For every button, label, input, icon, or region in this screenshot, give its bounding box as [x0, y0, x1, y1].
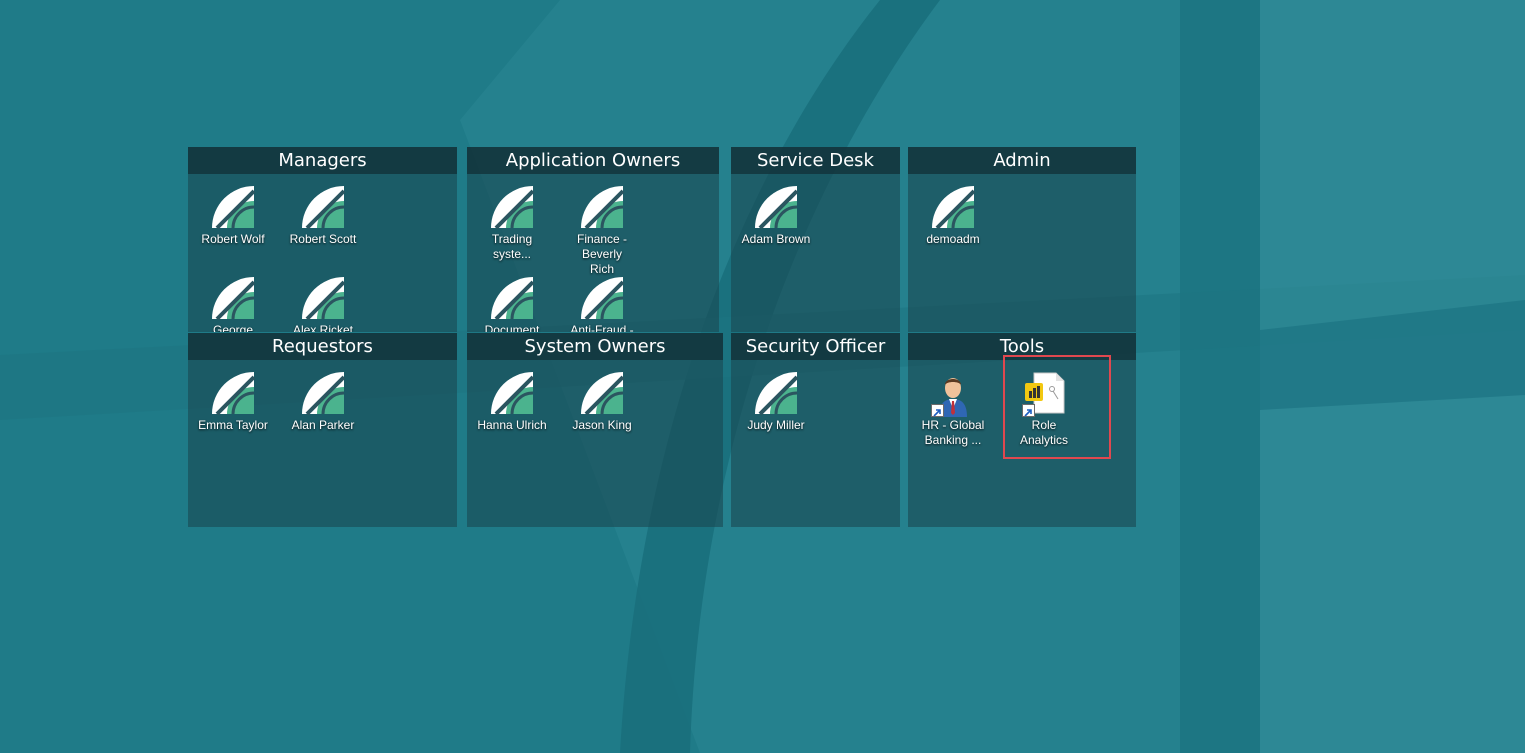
desktop-shortcut-emma-taylor[interactable]: Emma Taylor	[188, 369, 278, 433]
fence-system-owners: System Owners Hanna Ulrich Jason King	[467, 333, 723, 527]
icon-label: Alan Parker	[291, 418, 355, 432]
app-logo-icon	[209, 274, 257, 322]
desktop-shortcut-anti-fraud[interactable]: Anti-Fraud -	[557, 274, 647, 332]
desktop-shortcut-alex-ricket[interactable]: Alex Ricket	[278, 274, 368, 332]
fence-requestors: Requestors Emma Taylor Alan Parker	[188, 333, 457, 527]
icon-label: Robert Wolf	[201, 232, 265, 246]
icon-label: Alex Ricket	[292, 323, 354, 332]
app-logo-icon	[299, 369, 347, 417]
icon-label: HR - Global Banking ...	[921, 418, 985, 447]
fence-title: Requestors	[188, 333, 457, 360]
icon-label: Trading syste...	[491, 232, 533, 261]
icon-label: Adam Brown	[741, 232, 811, 246]
desktop-shortcut-hr-global-banking[interactable]: HR - Global Banking ...	[908, 369, 998, 448]
desktop-shortcut-trading-system[interactable]: Trading syste...	[467, 183, 557, 262]
icon-label: Role Analytics	[1019, 418, 1069, 447]
fence-title: Service Desk	[731, 147, 900, 174]
app-logo-icon	[209, 183, 257, 231]
icon-label: Emma Taylor	[198, 418, 268, 432]
fence-title: Admin	[908, 147, 1136, 174]
desktop-shortcut-george[interactable]: George	[188, 274, 278, 332]
icon-label: Anti-Fraud -	[570, 323, 634, 332]
desktop-shortcut-adam-brown[interactable]: Adam Brown	[731, 183, 821, 247]
shortcut-arrow-icon	[1022, 404, 1035, 417]
fence-tools: Tools HR - Global Banking ... Role Analy…	[908, 333, 1136, 527]
desktop-shortcut-document[interactable]: Document	[467, 274, 557, 332]
app-logo-icon	[752, 183, 800, 231]
desktop-shortcut-judy-miller[interactable]: Judy Miller	[731, 369, 821, 433]
desktop-shortcut-alan-parker[interactable]: Alan Parker	[278, 369, 368, 433]
app-logo-icon	[488, 274, 536, 322]
fence-security-officer: Security Officer Judy Miller	[731, 333, 900, 527]
fence-title: System Owners	[467, 333, 723, 360]
desktop-shortcut-finance-beverly-rich[interactable]: Finance - Beverly Rich	[557, 183, 647, 277]
app-logo-icon	[752, 369, 800, 417]
icon-label: George	[212, 323, 254, 332]
icon-label: demoadm	[926, 232, 980, 246]
shortcut-arrow-icon	[931, 404, 944, 417]
report-file-shortcut-icon	[1020, 369, 1068, 417]
fence-title: Tools	[908, 333, 1136, 360]
icon-label: Finance - Beverly Rich	[576, 232, 628, 276]
desktop-shortcut-hanna-ulrich[interactable]: Hanna Ulrich	[467, 369, 557, 433]
person-shortcut-icon	[929, 369, 977, 417]
icon-label: Document	[484, 323, 540, 332]
app-logo-icon	[299, 183, 347, 231]
desktop-shortcut-robert-wolf[interactable]: Robert Wolf	[188, 183, 278, 247]
app-logo-icon	[299, 274, 347, 322]
app-logo-icon	[578, 369, 626, 417]
fence-title: Managers	[188, 147, 457, 174]
app-logo-icon	[209, 369, 257, 417]
icon-label: Hanna Ulrich	[477, 418, 547, 432]
desktop-shortcut-demoadm[interactable]: demoadm	[908, 183, 998, 247]
fence-title: Application Owners	[467, 147, 719, 174]
app-logo-icon	[488, 369, 536, 417]
app-logo-icon	[578, 183, 626, 231]
fence-admin: Admin demoadm	[908, 147, 1136, 332]
fence-title: Security Officer	[731, 333, 900, 360]
desktop-shortcut-jason-king[interactable]: Jason King	[557, 369, 647, 433]
app-logo-icon	[578, 274, 626, 322]
app-logo-icon	[929, 183, 977, 231]
desktop-shortcut-role-analytics[interactable]: Role Analytics	[999, 369, 1089, 448]
desktop-shortcut-robert-scott[interactable]: Robert Scott	[278, 183, 368, 247]
app-logo-icon	[488, 183, 536, 231]
fence-managers: Managers Robert Wolf Robert Scott George…	[188, 147, 457, 332]
fence-application-owners: Application Owners Trading syste... Fina…	[467, 147, 719, 332]
fence-service-desk: Service Desk Adam Brown	[731, 147, 900, 332]
icon-label: Jason King	[572, 418, 632, 432]
icon-label: Judy Miller	[747, 418, 805, 432]
icon-label: Robert Scott	[289, 232, 357, 246]
